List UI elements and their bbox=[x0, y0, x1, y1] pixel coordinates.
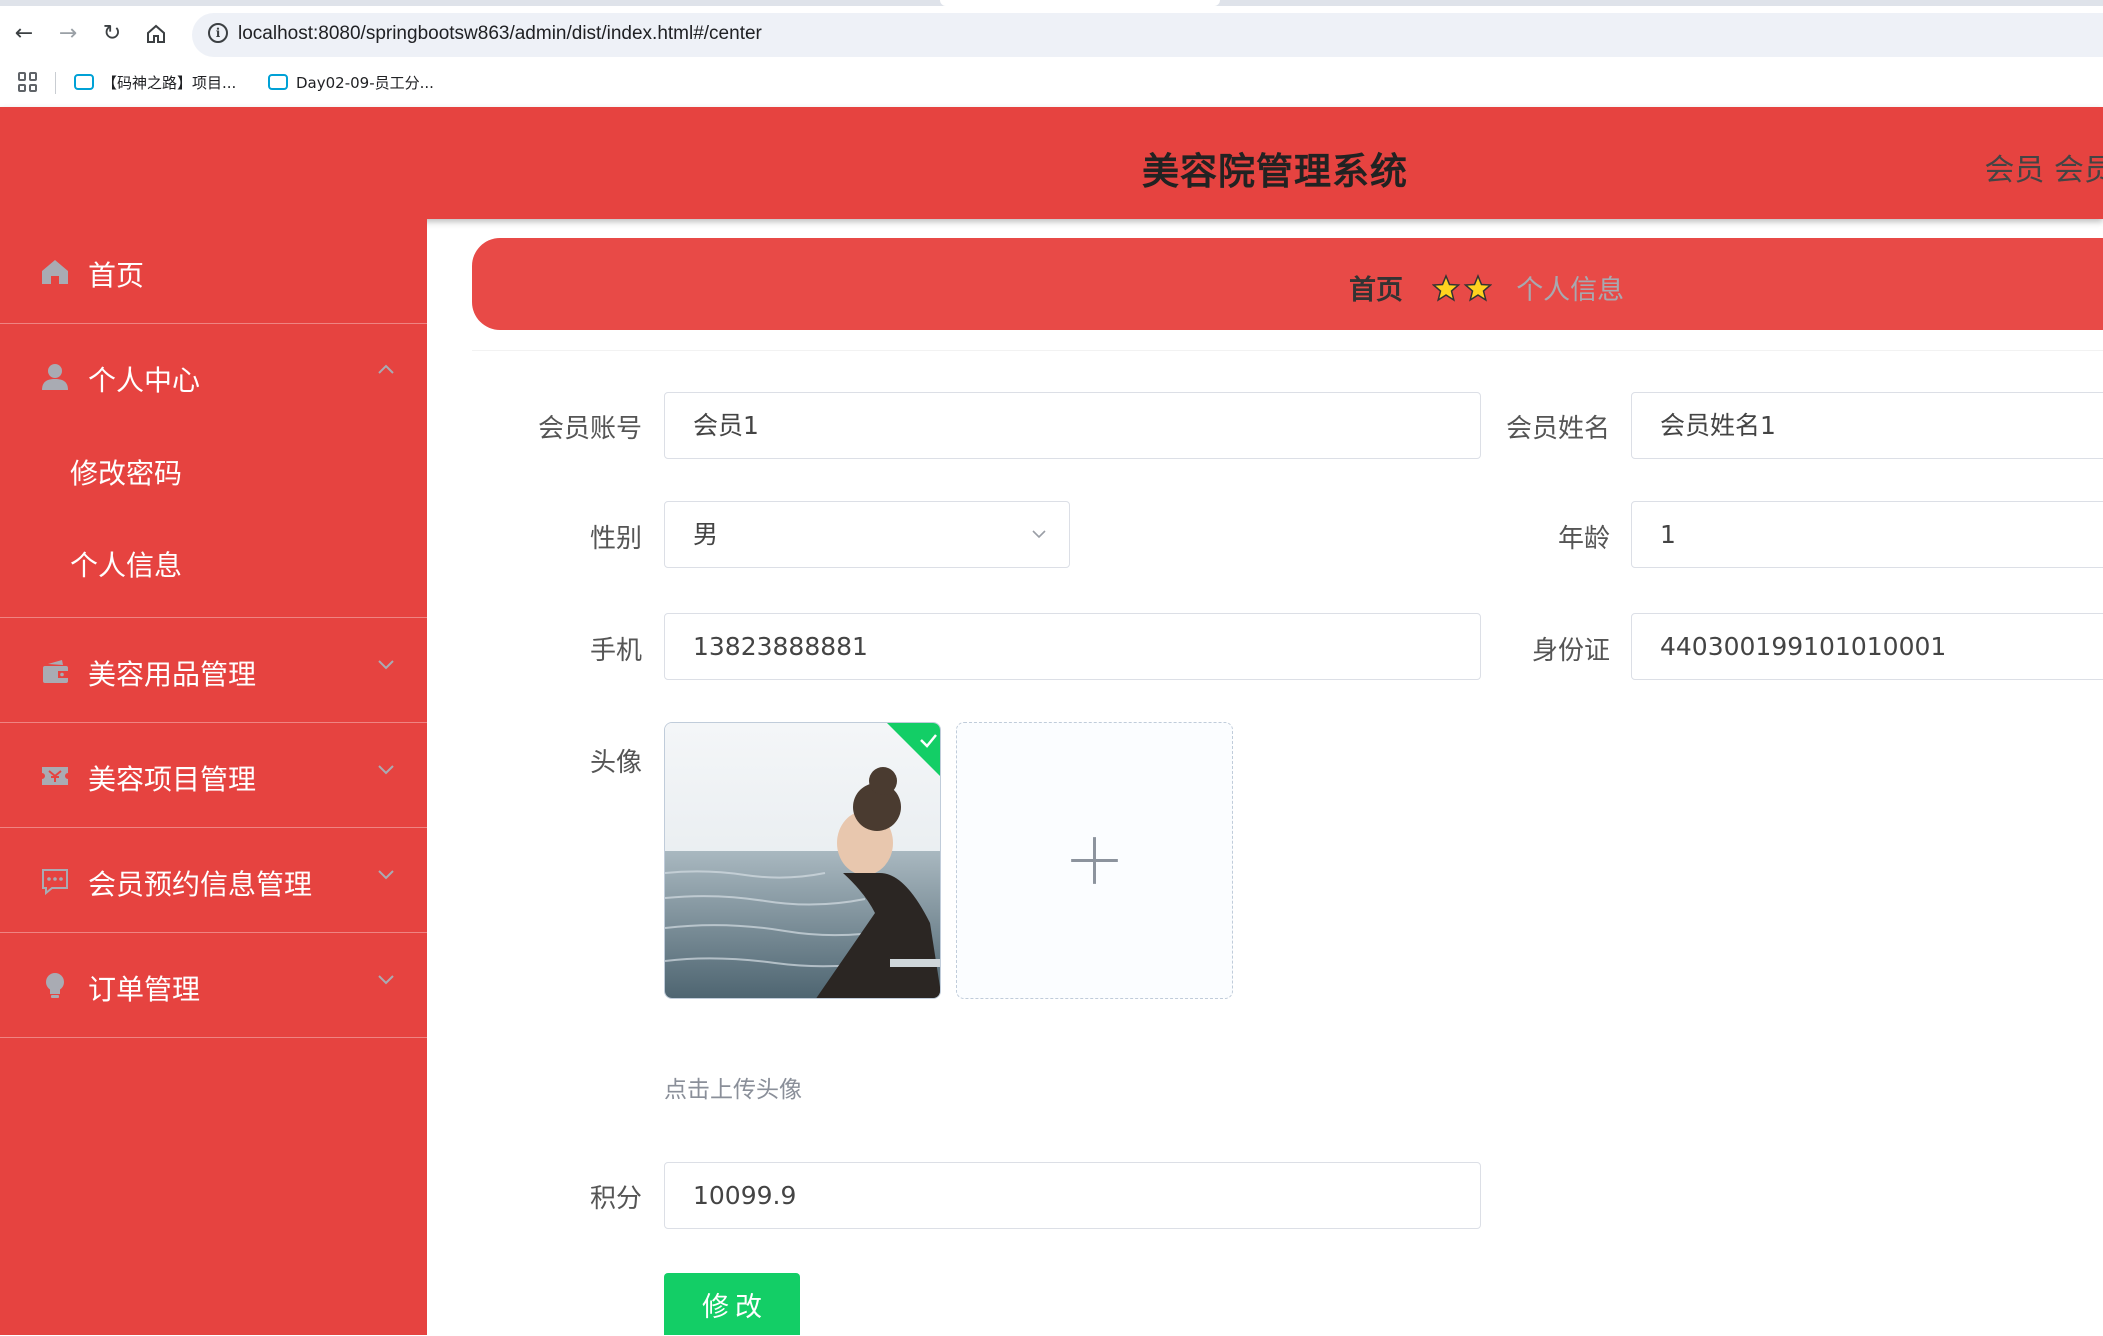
name-input[interactable]: 会员姓名1 bbox=[1631, 392, 2103, 459]
active-tab[interactable] bbox=[940, 0, 1220, 6]
plus-icon bbox=[1071, 837, 1118, 884]
age-input[interactable]: 1 bbox=[1631, 501, 2103, 568]
bookmark-item[interactable]: 【码神之路】项目... bbox=[74, 72, 236, 94]
sidebar-subitem-label: 修改密码 bbox=[70, 457, 183, 490]
chevron-up-icon[interactable] bbox=[375, 359, 397, 381]
address-bar[interactable]: i localhost:8080/springbootsw863/admin/d… bbox=[192, 13, 2103, 57]
bilibili-icon bbox=[74, 73, 94, 90]
sidebar-item-label: 订单管理 bbox=[88, 973, 201, 1006]
breadcrumb-bar: 首页 个人信息 bbox=[472, 238, 2103, 330]
gender-select-value: 男 bbox=[693, 520, 719, 549]
breadcrumb-current: 个人信息 bbox=[1516, 275, 1625, 306]
avatar-label: 头像 bbox=[589, 748, 642, 778]
sidebar-item-beauty-products[interactable]: 美容用品管理 bbox=[0, 618, 427, 723]
phone-label: 手机 bbox=[589, 636, 642, 666]
url-text: localhost:8080/springbootsw863/admin/dis… bbox=[238, 23, 762, 44]
idcard-label: 身份证 bbox=[1531, 636, 1610, 666]
sidebar-item-label: 美容用品管理 bbox=[88, 658, 257, 691]
star-icon bbox=[1431, 274, 1501, 306]
breadcrumb: 首页 个人信息 bbox=[1349, 268, 1624, 307]
user-info[interactable]: 会员 会员1 bbox=[1984, 145, 2103, 189]
sidebar-item-beauty-projects[interactable]: 美容项目管理 bbox=[0, 723, 427, 828]
avatar-photo bbox=[665, 723, 940, 998]
chevron-down-icon[interactable] bbox=[1031, 526, 1047, 542]
sidebar-item-appointments[interactable]: 会员预约信息管理 bbox=[0, 828, 427, 933]
chevron-down-icon[interactable] bbox=[375, 968, 397, 990]
sidebar-item-label: 会员预约信息管理 bbox=[88, 868, 313, 901]
chevron-down-icon[interactable] bbox=[375, 758, 397, 780]
avatar-upload-hint: 点击上传头像 bbox=[664, 1077, 802, 1103]
name-label: 会员姓名 bbox=[1505, 414, 1610, 444]
sidebar-item-label: 美容项目管理 bbox=[88, 763, 257, 796]
chevron-down-icon[interactable] bbox=[375, 653, 397, 675]
wallet-icon bbox=[43, 660, 68, 683]
bookmarks-bar: 【码神之路】项目... Day02-09-员工分... bbox=[0, 60, 2103, 106]
apps-grid-icon[interactable] bbox=[18, 72, 38, 92]
bookmark-label: 【码神之路】项目... bbox=[102, 74, 237, 92]
bilibili-icon bbox=[268, 73, 288, 90]
points-input[interactable]: 10099.9 bbox=[664, 1162, 1481, 1229]
reload-icon[interactable]: ↻ bbox=[98, 20, 126, 48]
sidebar-subitem-change-password[interactable]: 修改密码 bbox=[0, 422, 427, 514]
gender-select[interactable]: 男 bbox=[664, 501, 1070, 568]
back-icon[interactable]: ← bbox=[10, 20, 38, 48]
bookmarks-divider bbox=[55, 72, 56, 94]
home-icon bbox=[42, 260, 68, 284]
forward-icon[interactable]: → bbox=[54, 20, 82, 48]
breadcrumb-home[interactable]: 首页 bbox=[1349, 275, 1403, 306]
avatar-upload-button[interactable] bbox=[956, 722, 1233, 999]
account-input[interactable]: 会员1 bbox=[664, 392, 1481, 459]
ticket-icon bbox=[42, 767, 68, 785]
app-title: 美容院管理系统 bbox=[1142, 150, 1408, 193]
user-icon bbox=[42, 364, 68, 390]
bookmark-label: Day02-09-员工分... bbox=[296, 74, 434, 92]
home-browser-icon[interactable] bbox=[142, 20, 170, 48]
account-label: 会员账号 bbox=[537, 414, 642, 444]
tab-strip bbox=[0, 0, 2103, 6]
bookmark-item[interactable]: Day02-09-员工分... bbox=[268, 72, 434, 94]
sidebar-item-home[interactable]: 首页 bbox=[0, 219, 427, 324]
sidebar-subitem-personal-info[interactable]: 个人信息 bbox=[0, 514, 427, 606]
site-info-icon[interactable]: i bbox=[208, 23, 228, 43]
sidebar-item-personal-center[interactable]: 个人中心 修改密码 个人信息 bbox=[0, 324, 427, 618]
age-label: 年龄 bbox=[1557, 524, 1610, 554]
gender-label: 性别 bbox=[589, 524, 642, 554]
submit-button[interactable]: 修改 bbox=[664, 1273, 800, 1335]
chat-icon bbox=[42, 869, 68, 896]
avatar-thumbnail[interactable] bbox=[664, 722, 941, 999]
idcard-input[interactable]: 440300199101010001 bbox=[1631, 613, 2103, 680]
sidebar: 首页 个人中心 修改密码 个人信息 美容用品管理 美容项目管理 会员预约信息管理… bbox=[0, 219, 427, 1335]
points-label: 积分 bbox=[589, 1184, 642, 1214]
sidebar-subitem-label: 个人信息 bbox=[70, 549, 183, 582]
browser-toolbar: ← → ↻ i localhost:8080/springbootsw863/a… bbox=[0, 0, 2103, 60]
bulb-icon bbox=[46, 973, 64, 998]
chevron-down-icon[interactable] bbox=[375, 863, 397, 885]
sidebar-item-orders[interactable]: 订单管理 bbox=[0, 933, 427, 1038]
phone-input[interactable]: 13823888881 bbox=[664, 613, 1481, 680]
sidebar-item-label: 首页 bbox=[88, 259, 145, 292]
sidebar-item-label: 个人中心 bbox=[88, 364, 201, 397]
app-header: 美容院管理系统 会员 会员1 bbox=[0, 107, 2103, 219]
